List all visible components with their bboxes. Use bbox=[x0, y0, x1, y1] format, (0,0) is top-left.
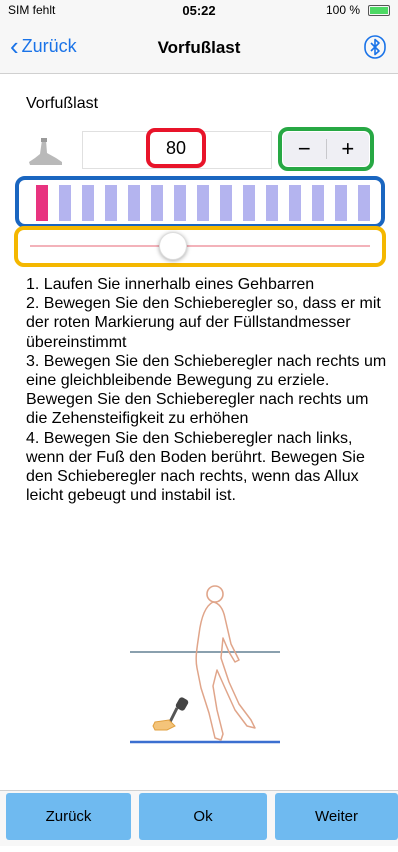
battery-icon bbox=[368, 5, 390, 16]
gauge-segment bbox=[289, 185, 301, 221]
section-label: Vorfußlast bbox=[26, 95, 99, 112]
home-indicator bbox=[0, 846, 398, 852]
next-button[interactable]: Weiter bbox=[275, 793, 398, 840]
value-display: 80 bbox=[165, 138, 187, 158]
instruction-line: 2. Bewegen Sie den Schieberegler so, das… bbox=[26, 295, 381, 351]
increment-button[interactable]: + bbox=[327, 132, 370, 166]
prosthetic-foot-icon bbox=[29, 138, 62, 165]
battery-percentage: 100 % bbox=[325, 3, 360, 17]
gauge-marker bbox=[36, 185, 48, 221]
instruction-line: 1. Laufen Sie innerhalb eines Gehbarren bbox=[26, 276, 315, 293]
gauge-segment bbox=[174, 185, 186, 221]
gauge-segment bbox=[151, 185, 163, 221]
slider-thumb[interactable] bbox=[158, 232, 187, 260]
level-gauge bbox=[36, 185, 370, 221]
gauge-segment bbox=[335, 185, 347, 221]
gauge-segment bbox=[220, 185, 232, 221]
bluetooth-icon[interactable] bbox=[364, 35, 386, 59]
gauge-segment bbox=[266, 185, 278, 221]
status-bar: SIM fehlt 05:22 100 % bbox=[0, 0, 398, 22]
gauge-segment bbox=[358, 185, 370, 221]
gauge-segment bbox=[197, 185, 209, 221]
walking-prosthesis-illustration bbox=[130, 585, 280, 744]
gauge-segment bbox=[105, 185, 117, 221]
instruction-line: Bewegen Sie den Schieberegler nach recht… bbox=[26, 391, 369, 428]
gauge-segment bbox=[312, 185, 324, 221]
value-stepper: − + bbox=[283, 132, 369, 166]
instruction-line: 3. Bewegen Sie den Schieberegler nach re… bbox=[26, 352, 387, 390]
instructions-text: 1. Laufen Sie innerhalb eines Gehbarren 2… bbox=[26, 275, 390, 505]
instruction-line: 4. Bewegen Sie den Schieberegler nach li… bbox=[26, 429, 365, 505]
gauge-segment bbox=[82, 185, 94, 221]
gauge-segment bbox=[59, 185, 71, 221]
gauge-segment bbox=[243, 185, 255, 221]
back-button[interactable]: Zurück bbox=[6, 793, 131, 840]
page-title: Vorfußlast bbox=[157, 38, 241, 57]
slider-track[interactable] bbox=[30, 245, 370, 247]
decrement-button[interactable]: − bbox=[283, 132, 326, 166]
gauge-segment bbox=[128, 185, 140, 221]
navigation-bar: ‹ Zurück Vorfußlast bbox=[0, 22, 398, 74]
ok-button[interactable]: Ok bbox=[139, 793, 267, 840]
